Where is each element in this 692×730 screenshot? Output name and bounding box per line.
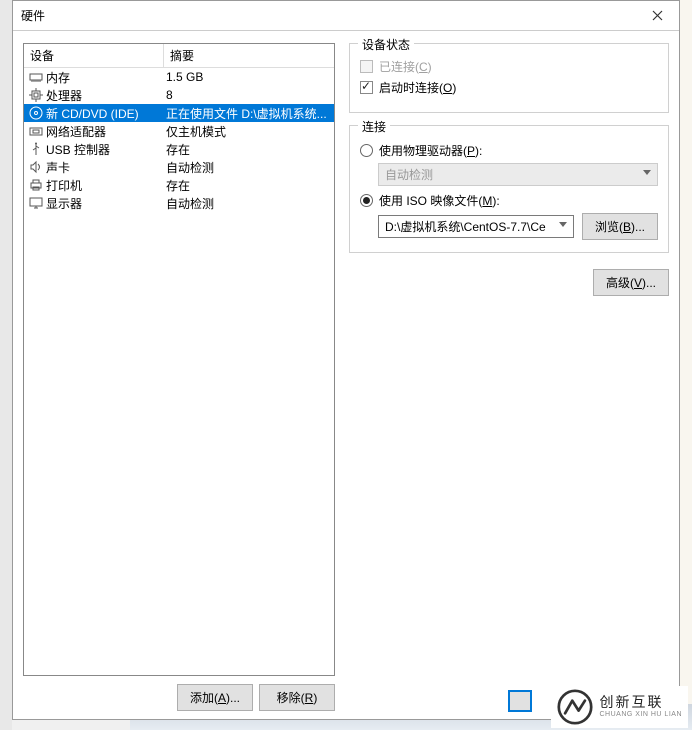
add-button[interactable]: 添加(A)... bbox=[177, 684, 253, 711]
titlebar: 硬件 bbox=[13, 1, 679, 31]
right-column: 设备状态 已连接(C) 启动时连接(O) 连接 使用物理驱动器(P): 自动检测 bbox=[349, 43, 669, 711]
usb-icon bbox=[28, 141, 44, 157]
table-header: 设备 摘要 bbox=[24, 44, 334, 68]
add-pre: 添加( bbox=[190, 691, 218, 705]
device-summary: 正在使用文件 D:\虚拟机系统... bbox=[164, 105, 332, 122]
hardware-dialog: 硬件 设备 摘要 内存 1.5 GB 处理器 8 新 CD/DVD (IDE) 正在使用文… bbox=[12, 0, 680, 720]
memory-icon bbox=[28, 69, 44, 85]
device-summary: 仅主机模式 bbox=[164, 123, 332, 140]
connected-label: 已连接(C) bbox=[379, 58, 432, 75]
advanced-row: 高级(V)... bbox=[349, 269, 669, 296]
connect-on-start-label: 启动时连接(O) bbox=[379, 79, 456, 96]
device-name: 处理器 bbox=[46, 87, 82, 104]
device-table: 设备 摘要 内存 1.5 GB 处理器 8 新 CD/DVD (IDE) 正在使用文件 D… bbox=[23, 43, 335, 676]
header-summary[interactable]: 摘要 bbox=[164, 44, 334, 67]
background-right bbox=[680, 0, 692, 730]
table-body: 内存 1.5 GB 处理器 8 新 CD/DVD (IDE) 正在使用文件 D:\虚拟机系… bbox=[24, 68, 334, 212]
device-name: 网络适配器 bbox=[46, 123, 106, 140]
background-left bbox=[0, 0, 12, 730]
close-button[interactable] bbox=[639, 2, 675, 30]
iso-label: 使用 ISO 映像文件(M): bbox=[379, 192, 500, 209]
logo-en: CHUANG XIN HU LIAN bbox=[599, 711, 682, 719]
browse-button[interactable]: 浏览(B)... bbox=[582, 213, 658, 240]
add-key: A bbox=[218, 691, 226, 705]
device-name: 新 CD/DVD (IDE) bbox=[46, 105, 139, 122]
device-summary: 1.5 GB bbox=[164, 70, 332, 84]
device-name: 声卡 bbox=[46, 159, 70, 176]
logo-cn: 创新互联 bbox=[599, 695, 682, 710]
table-row[interactable]: 内存 1.5 GB bbox=[24, 68, 334, 86]
close-icon bbox=[652, 10, 663, 21]
connection-title: 连接 bbox=[358, 118, 390, 135]
physical-drive-dropdown: 自动检测 bbox=[378, 163, 658, 186]
disc-icon bbox=[28, 105, 44, 121]
table-row[interactable]: USB 控制器 存在 bbox=[24, 140, 334, 158]
table-row[interactable]: 处理器 8 bbox=[24, 86, 334, 104]
connect-on-start-row[interactable]: 启动时连接(O) bbox=[360, 79, 658, 96]
table-row[interactable]: 显示器 自动检测 bbox=[24, 194, 334, 212]
printer-icon bbox=[28, 177, 44, 193]
device-status-title: 设备状态 bbox=[358, 36, 414, 53]
logo-text: 创新互联 CHUANG XIN HU LIAN bbox=[599, 695, 682, 718]
device-summary: 存在 bbox=[164, 177, 332, 194]
dialog-title: 硬件 bbox=[21, 7, 639, 24]
device-summary: 存在 bbox=[164, 141, 332, 158]
device-name: 显示器 bbox=[46, 195, 82, 212]
device-name: 内存 bbox=[46, 69, 70, 86]
advanced-button[interactable]: 高级(V)... bbox=[593, 269, 669, 296]
device-summary: 自动检测 bbox=[164, 195, 332, 212]
background-focused-button[interactable] bbox=[508, 690, 532, 712]
dialog-body: 设备 摘要 内存 1.5 GB 处理器 8 新 CD/DVD (IDE) 正在使用文件 D… bbox=[13, 31, 679, 719]
connection-group: 连接 使用物理驱动器(P): 自动检测 使用 ISO 映像文件(M): D:\虚… bbox=[349, 125, 669, 253]
table-row[interactable]: 网络适配器 仅主机模式 bbox=[24, 122, 334, 140]
physical-drive-label: 使用物理驱动器(P): bbox=[379, 142, 482, 159]
display-icon bbox=[28, 195, 44, 211]
connected-checkbox-row: 已连接(C) bbox=[360, 58, 658, 75]
device-status-group: 设备状态 已连接(C) 启动时连接(O) bbox=[349, 43, 669, 113]
remove-button[interactable]: 移除(R) bbox=[259, 684, 335, 711]
device-name: 打印机 bbox=[46, 177, 82, 194]
remove-pre: 移除( bbox=[277, 691, 305, 705]
header-device[interactable]: 设备 bbox=[24, 44, 164, 67]
iso-row[interactable]: 使用 ISO 映像文件(M): bbox=[360, 192, 658, 209]
left-column: 设备 摘要 内存 1.5 GB 处理器 8 新 CD/DVD (IDE) 正在使用文件 D… bbox=[23, 43, 335, 711]
watermark-logo: 创新互联 CHUANG XIN HU LIAN bbox=[551, 686, 688, 728]
sound-icon bbox=[28, 159, 44, 175]
iso-path-row: D:\虚拟机系统\CentOS-7.7\Ce 浏览(B)... bbox=[378, 213, 658, 240]
device-name: USB 控制器 bbox=[46, 141, 110, 158]
table-row[interactable]: 打印机 存在 bbox=[24, 176, 334, 194]
iso-path-combobox[interactable]: D:\虚拟机系统\CentOS-7.7\Ce bbox=[378, 215, 574, 238]
device-summary: 自动检测 bbox=[164, 159, 332, 176]
physical-drive-radio[interactable] bbox=[360, 144, 373, 157]
nic-icon bbox=[28, 123, 44, 139]
table-row[interactable]: 新 CD/DVD (IDE) 正在使用文件 D:\虚拟机系统... bbox=[24, 104, 334, 122]
connect-on-start-checkbox[interactable] bbox=[360, 81, 373, 94]
logo-icon bbox=[557, 689, 593, 725]
left-buttons: 添加(A)... 移除(R) bbox=[23, 684, 335, 711]
remove-post: ) bbox=[313, 691, 317, 705]
add-post: )... bbox=[226, 691, 240, 705]
connected-checkbox bbox=[360, 60, 373, 73]
iso-radio[interactable] bbox=[360, 194, 373, 207]
device-summary: 8 bbox=[164, 88, 332, 102]
physical-drive-row[interactable]: 使用物理驱动器(P): bbox=[360, 142, 658, 159]
table-row[interactable]: 声卡 自动检测 bbox=[24, 158, 334, 176]
cpu-icon bbox=[28, 87, 44, 103]
